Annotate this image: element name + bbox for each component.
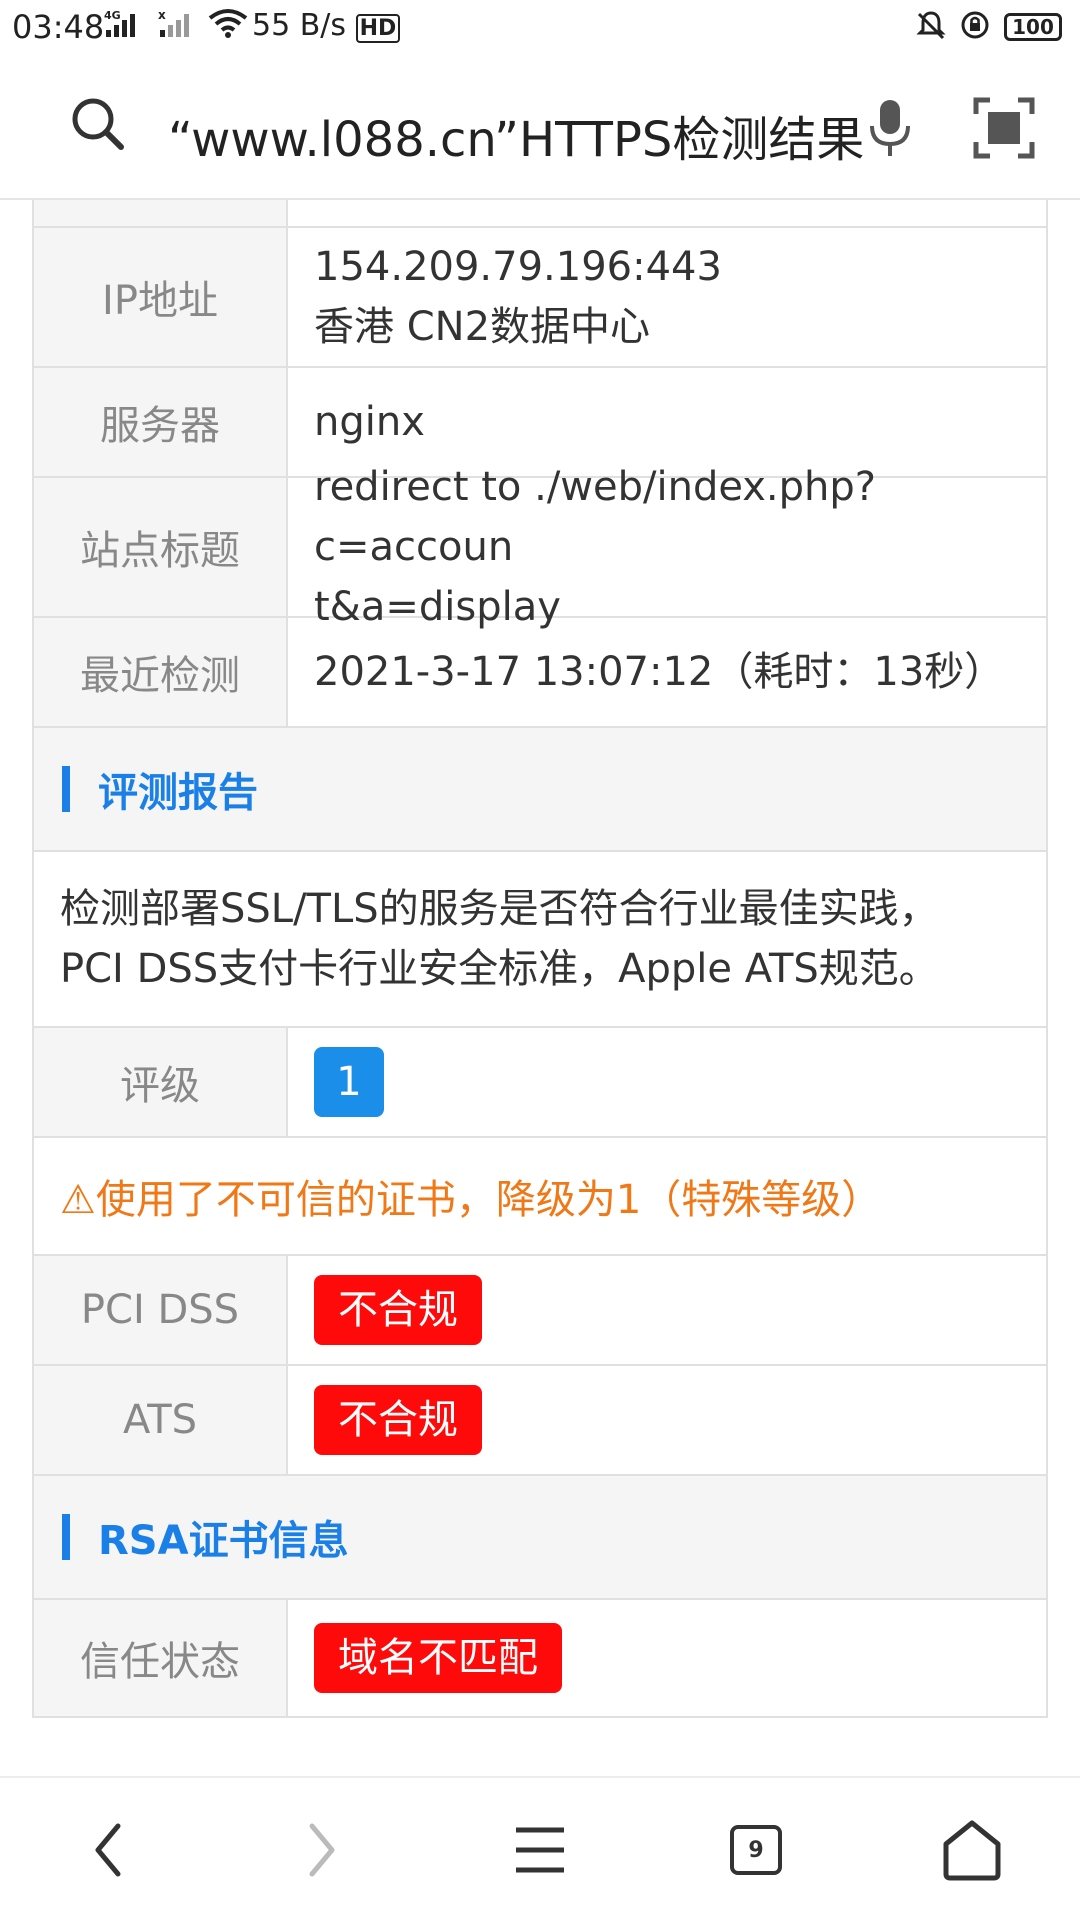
menu-icon[interactable] <box>502 1812 578 1888</box>
status-time: 03:48 <box>12 8 105 46</box>
warning-text: ⚠使用了不可信的证书，降级为1（特殊等级） <box>60 1177 882 1223</box>
search-input[interactable]: “www.l088.cn”HTTPS检测结果 <box>168 100 864 170</box>
row-label: 信任状态 <box>34 1600 288 1716</box>
status-bar: 03:48 4G x 55 B/s HD 100 <box>0 0 1080 56</box>
table-row-ats: ATS 不合规 <box>32 1366 1048 1476</box>
server-name: nginx <box>314 399 425 445</box>
signal-indicators: 4G x <box>104 8 248 42</box>
section-header-report: 评测报告 <box>32 728 1048 852</box>
status-right: 100 <box>916 10 1062 44</box>
description-line-1: 检测部署SSL/TLS的服务是否符合行业最佳实践， <box>60 886 939 932</box>
network-speed: 55 B/s HD <box>252 8 401 43</box>
svg-text:x: x <box>158 8 166 22</box>
row-value: 1 <box>288 1028 1046 1136</box>
table-row-trust: 信任状态 域名不匹配 <box>32 1600 1048 1718</box>
pci-status-badge: 不合规 <box>314 1275 482 1345</box>
row-label: 最近检测 <box>34 618 288 726</box>
row-label: 站点标题 <box>34 478 288 616</box>
mute-icon <box>916 10 946 44</box>
tabs-button[interactable]: 9 <box>718 1812 794 1888</box>
row-label: IP地址 <box>34 228 288 366</box>
cellular-signal-2-icon: x <box>158 8 194 42</box>
rating-badge: 1 <box>314 1047 384 1117</box>
microphone-icon[interactable] <box>866 96 914 164</box>
section-title: RSA证书信息 <box>98 1518 349 1564</box>
section-header-rsa: RSA证书信息 <box>32 1476 1048 1600</box>
site-title-line-1: redirect to ./web/index.php?c=accoun <box>314 464 877 570</box>
svg-text:4G: 4G <box>104 9 121 22</box>
trust-status-badge: 域名不匹配 <box>314 1623 562 1693</box>
result-table: IP地址 154.209.79.196:443 香港 CN2数据中心 服务器 n… <box>32 200 1048 1776</box>
tab-count-icon[interactable]: 9 <box>730 1825 782 1875</box>
section-title: 评测报告 <box>98 770 258 816</box>
row-label: 服务器 <box>34 368 288 476</box>
last-check-time: 2021-3-17 13:07:12（耗时：13秒） <box>314 649 1005 695</box>
row-label: PCI DSS <box>34 1256 288 1364</box>
row-value: 2021-3-17 13:07:12（耗时：13秒） <box>288 618 1046 726</box>
search-icon[interactable] <box>70 96 126 156</box>
description-line-2: PCI DSS支付卡行业安全标准，Apple ATS规范。 <box>60 946 939 992</box>
row-label: ATS <box>34 1366 288 1474</box>
table-row-ip: IP地址 154.209.79.196:443 香港 CN2数据中心 <box>32 226 1048 368</box>
report-description: 检测部署SSL/TLS的服务是否符合行业最佳实践， PCI DSS支付卡行业安全… <box>32 852 1048 1028</box>
table-row-pci: PCI DSS 不合规 <box>32 1256 1048 1366</box>
lock-rotation-icon <box>960 10 990 44</box>
table-row-title: 站点标题 redirect to ./web/index.php?c=accou… <box>32 464 1048 630</box>
table-row-rating: 评级 1 <box>32 1028 1048 1138</box>
row-value: 不合规 <box>288 1256 1046 1364</box>
section-accent-bar <box>62 1514 70 1560</box>
search-bar[interactable]: “www.l088.cn”HTTPS检测结果 <box>0 56 1080 200</box>
row-value: 不合规 <box>288 1366 1046 1474</box>
row-value: 域名不匹配 <box>288 1600 1046 1716</box>
forward-icon[interactable] <box>284 1812 360 1888</box>
table-row <box>32 200 1048 228</box>
hd-icon: HD <box>355 14 401 43</box>
bottom-navigation: 9 <box>0 1776 1080 1920</box>
ip-location: 香港 CN2数据中心 <box>314 304 651 350</box>
back-icon[interactable] <box>70 1812 146 1888</box>
ats-status-badge: 不合规 <box>314 1385 482 1455</box>
table-row-last-check: 最近检测 2021-3-17 13:07:12（耗时：13秒） <box>32 618 1048 728</box>
home-icon[interactable] <box>934 1812 1010 1888</box>
scan-icon[interactable] <box>972 96 1036 164</box>
battery-icon: 100 <box>1004 13 1062 41</box>
row-value: 154.209.79.196:443 香港 CN2数据中心 <box>288 228 1046 366</box>
row-label: 评级 <box>34 1028 288 1136</box>
row-value: redirect to ./web/index.php?c=accoun t&a… <box>288 464 1046 630</box>
warning-row: ⚠使用了不可信的证书，降级为1（特殊等级） <box>32 1138 1048 1256</box>
cellular-signal-icon: 4G <box>104 8 144 42</box>
section-accent-bar <box>62 766 70 812</box>
ip-address: 154.209.79.196:443 <box>314 244 722 290</box>
wifi-icon <box>208 8 248 42</box>
